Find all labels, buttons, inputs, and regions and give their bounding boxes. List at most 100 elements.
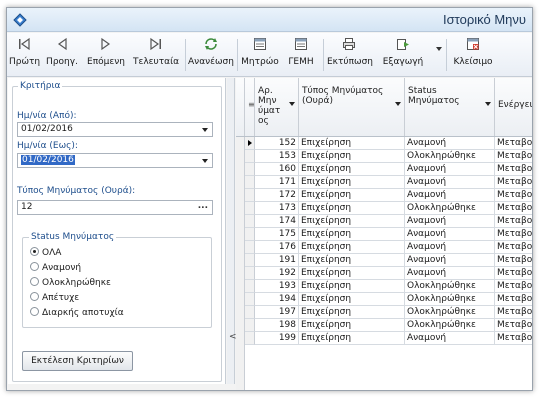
table-row[interactable]: 198ΕπιχείρησηΟλοκληρώθηκεΜεταβολ — [236, 319, 532, 332]
column-header-type[interactable]: Τύπος Μηνύματος (Ουρά) — [299, 78, 405, 136]
date-from-dropdown-icon[interactable] — [202, 128, 208, 132]
row-selector[interactable] — [245, 163, 255, 176]
table-cell[interactable]: 153 — [255, 150, 299, 163]
row-selector[interactable] — [245, 254, 255, 267]
table-cell[interactable]: 171 — [255, 176, 299, 189]
table-cell[interactable]: Μεταβολ — [495, 228, 532, 241]
column-chooser[interactable]: ≡ — [245, 78, 255, 136]
table-row[interactable]: 191ΕπιχείρησηΑναμονήΜεταβολ — [236, 254, 532, 267]
status-option-permanent-failure[interactable]: Διαρκής αποτυχία — [30, 307, 124, 320]
row-selector[interactable] — [245, 176, 255, 189]
table-row[interactable]: 160ΕπιχείρησηΑναμονήΜεταβολ — [236, 163, 532, 176]
table-cell[interactable]: 174 — [255, 215, 299, 228]
table-cell[interactable]: Αναμονή — [405, 163, 495, 176]
table-cell[interactable]: Μεταβολ — [495, 319, 532, 332]
status-option-failed[interactable]: Απέτυχε — [30, 292, 79, 305]
message-type-field[interactable]: 12 ... — [17, 200, 213, 215]
column-chooser-icon[interactable]: ≡ — [248, 100, 254, 110]
table-row[interactable]: 172ΕπιχείρησηΑναμονήΜεταβολ — [236, 189, 532, 202]
table-cell[interactable]: Επιχείρηση — [299, 267, 405, 280]
table-cell[interactable]: 194 — [255, 293, 299, 306]
table-cell[interactable]: Επιχείρηση — [299, 332, 405, 345]
table-cell[interactable]: 173 — [255, 202, 299, 215]
table-cell[interactable]: Ολοκληρώθηκε — [405, 150, 495, 163]
table-row[interactable]: 193ΕπιχείρησηΟλοκληρώθηκεΜεταβολ — [236, 280, 532, 293]
table-row[interactable]: 174ΕπιχείρησηΑναμονήΜεταβολ — [236, 215, 532, 228]
table-cell[interactable]: Επιχείρηση — [299, 176, 405, 189]
row-selector[interactable] — [245, 306, 255, 319]
table-cell[interactable]: Μεταβολ — [495, 306, 532, 319]
table-cell[interactable]: Αναμονή — [405, 176, 495, 189]
table-cell[interactable]: 176 — [255, 241, 299, 254]
table-cell[interactable]: Αναμονή — [405, 267, 495, 280]
table-cell[interactable]: Επιχείρηση — [299, 137, 405, 150]
column-filter-icon[interactable] — [485, 102, 491, 106]
last-button[interactable]: Τελευταία — [131, 36, 181, 74]
table-cell[interactable]: 192 — [255, 267, 299, 280]
row-selector[interactable] — [245, 319, 255, 332]
table-cell[interactable]: Ολοκληρώθηκε — [405, 306, 495, 319]
row-selector[interactable] — [245, 189, 255, 202]
table-row[interactable]: 194ΕπιχείρησηΟλοκληρώθηκεΜεταβολ — [236, 293, 532, 306]
refresh-button[interactable]: Ανανέωση — [188, 36, 234, 74]
print-button[interactable]: Εκτύπωση — [327, 36, 373, 74]
table-cell[interactable]: Επιχείρηση — [299, 202, 405, 215]
column-filter-icon[interactable] — [395, 102, 401, 106]
table-cell[interactable]: Μεταβολ — [495, 254, 532, 267]
column-header-status[interactable]: Status Μηνύματος — [405, 78, 495, 136]
table-cell[interactable]: Μεταβολ — [495, 293, 532, 306]
run-criteria-button[interactable]: Εκτέλεση Κριτηρίων — [22, 351, 133, 371]
table-cell[interactable]: Μεταβολ — [495, 189, 532, 202]
gemi-button[interactable]: ΓΕΜΗ — [283, 36, 319, 74]
row-selector[interactable] — [245, 215, 255, 228]
table-cell[interactable]: Επιχείρηση — [299, 150, 405, 163]
row-selector[interactable] — [245, 267, 255, 280]
table-cell[interactable]: Μεταβολ — [495, 150, 532, 163]
table-cell[interactable]: Μεταβολ — [495, 163, 532, 176]
row-selector[interactable] — [245, 202, 255, 215]
table-cell[interactable]: 197 — [255, 306, 299, 319]
table-row[interactable]: 152ΕπιχείρησηΑναμονήΜεταβολ — [236, 137, 532, 150]
table-row[interactable]: 175ΕπιχείρησηΑναμονήΜεταβολ — [236, 228, 532, 241]
table-cell[interactable]: Μεταβολ — [495, 280, 532, 293]
column-filter-icon[interactable] — [289, 102, 295, 106]
table-row[interactable]: 171ΕπιχείρησηΑναμονήΜεταβολ — [236, 176, 532, 189]
panel-splitter[interactable]: < — [227, 78, 237, 384]
date-from-field[interactable]: 01/02/2016 — [17, 122, 213, 137]
table-cell[interactable]: Αναμονή — [405, 215, 495, 228]
row-selector[interactable] — [245, 228, 255, 241]
table-cell[interactable]: Αναμονή — [405, 228, 495, 241]
prev-button[interactable]: Προηγ. — [44, 36, 80, 74]
table-cell[interactable]: Επιχείρηση — [299, 280, 405, 293]
table-cell[interactable]: Αναμονή — [405, 254, 495, 267]
table-cell[interactable]: Αναμονή — [405, 189, 495, 202]
table-cell[interactable]: Μεταβολ — [495, 137, 532, 150]
table-cell[interactable]: Μεταβολ — [495, 176, 532, 189]
next-button[interactable]: Επόμενη — [85, 36, 127, 74]
table-cell[interactable]: Ολοκληρώθηκε — [405, 202, 495, 215]
export-dropdown-caret[interactable] — [436, 47, 442, 51]
table-cell[interactable]: 193 — [255, 280, 299, 293]
table-cell[interactable]: Επιχείρηση — [299, 241, 405, 254]
table-row[interactable]: 176ΕπιχείρησηΑναμονήΜεταβολ — [236, 241, 532, 254]
table-cell[interactable]: 152 — [255, 137, 299, 150]
table-row[interactable]: 199ΕπιχείρησηΑναμονήΜεταβολ — [236, 332, 532, 345]
message-type-browse-button[interactable]: ... — [198, 201, 208, 211]
table-row[interactable]: 173ΕπιχείρησηΟλοκληρώθηκεΜεταβολ — [236, 202, 532, 215]
table-cell[interactable]: Μεταβολ — [495, 267, 532, 280]
row-selector[interactable] — [245, 293, 255, 306]
table-cell[interactable]: Ολοκληρώθηκε — [405, 280, 495, 293]
row-selector[interactable] — [245, 150, 255, 163]
table-cell[interactable]: Αναμονή — [405, 332, 495, 345]
table-cell[interactable]: Επιχείρηση — [299, 189, 405, 202]
table-cell[interactable]: 191 — [255, 254, 299, 267]
table-row[interactable]: 192ΕπιχείρησηΑναμονήΜεταβολ — [236, 267, 532, 280]
table-row[interactable]: 153ΕπιχείρησηΟλοκληρώθηκεΜεταβολ — [236, 150, 532, 163]
table-cell[interactable]: Μεταβολ — [495, 241, 532, 254]
table-cell[interactable]: Αναμονή — [405, 137, 495, 150]
row-selector[interactable] — [245, 137, 255, 150]
table-cell[interactable]: Επιχείρηση — [299, 254, 405, 267]
first-button[interactable]: Πρώτη — [9, 36, 40, 74]
table-cell[interactable]: Επιχείρηση — [299, 293, 405, 306]
table-cell[interactable]: Μεταβολ — [495, 332, 532, 345]
